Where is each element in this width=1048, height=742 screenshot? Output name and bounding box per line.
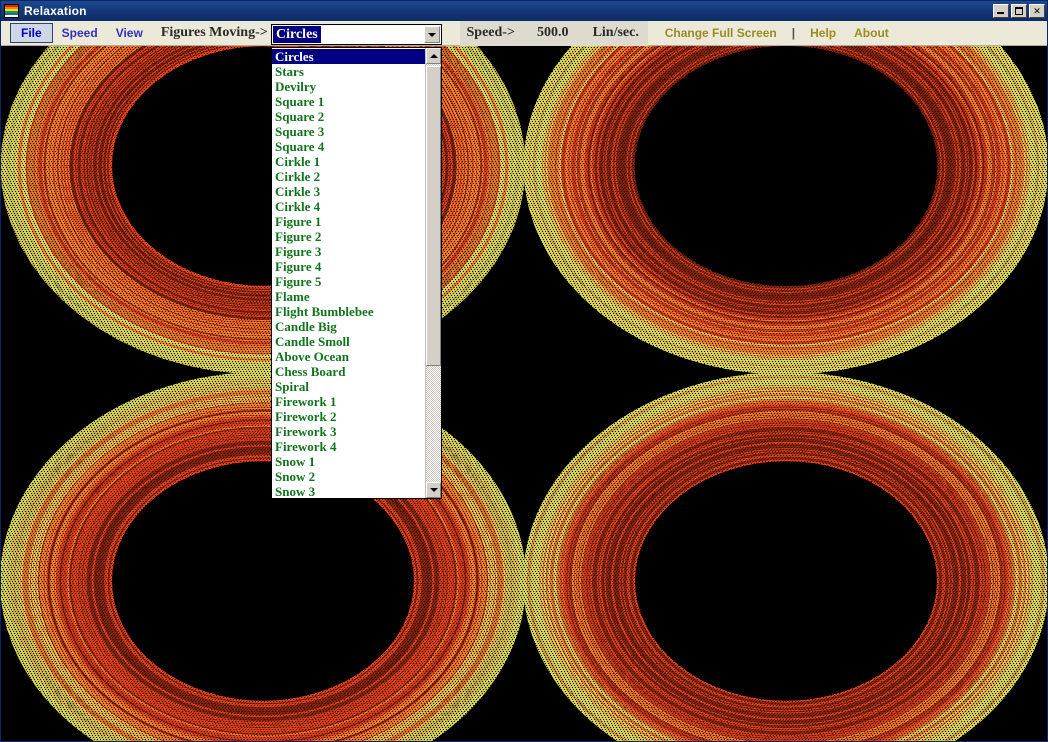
figures-moving-label: Figures Moving-> (152, 23, 277, 44)
figure-select-combobox[interactable]: Circles (271, 24, 442, 45)
figure-option-snow-1[interactable]: Snow 1 (272, 454, 425, 469)
figure-option-above-ocean[interactable]: Above Ocean (272, 349, 425, 364)
figure-option-figure-5[interactable]: Figure 5 (272, 274, 425, 289)
figure-option-figure-3[interactable]: Figure 3 (272, 244, 425, 259)
figure-option-devilry[interactable]: Devilry (272, 79, 425, 94)
figure-option-square-3[interactable]: Square 3 (272, 124, 425, 139)
change-full-screen-button[interactable]: Change Full Screen (648, 23, 786, 44)
figure-option-figure-2[interactable]: Figure 2 (272, 229, 425, 244)
figure-option-firework-4[interactable]: Firework 4 (272, 439, 425, 454)
toolbar: File Speed View Figures Moving-> Speed->… (1, 21, 1048, 46)
scroll-up-icon[interactable] (426, 48, 441, 64)
figure-option-firework-3[interactable]: Firework 3 (272, 424, 425, 439)
minimize-button[interactable] (993, 4, 1009, 18)
figure-option-flame[interactable]: Flame (272, 289, 425, 304)
figure-option-figure-4[interactable]: Figure 4 (272, 259, 425, 274)
figure-option-firework-2[interactable]: Firework 2 (272, 409, 425, 424)
close-button[interactable]: ✕ (1029, 4, 1045, 18)
figure-option-stars[interactable]: Stars (272, 64, 425, 79)
scroll-down-icon[interactable] (426, 482, 441, 498)
figure-option-cirkle-3[interactable]: Cirkle 3 (272, 184, 425, 199)
figure-option-figure-1[interactable]: Figure 1 (272, 214, 425, 229)
speed-unit-label[interactable]: Lin/sec. (584, 21, 648, 46)
title-bar: Relaxation ✕ (1, 1, 1048, 21)
rainbow-icon (4, 4, 19, 18)
about-button[interactable]: About (845, 23, 898, 44)
figure-option-candle-big[interactable]: Candle Big (272, 319, 425, 334)
figure-select-value: Circles (273, 26, 321, 43)
figure-option-spiral[interactable]: Spiral (272, 379, 425, 394)
figure-option-square-4[interactable]: Square 4 (272, 139, 425, 154)
figure-option-list[interactable]: CirclesStarsDevilrySquare 1Square 2Squar… (272, 48, 425, 498)
figure-option-cirkle-4[interactable]: Cirkle 4 (272, 199, 425, 214)
speed-value[interactable]: 500.0 (522, 21, 584, 46)
relaxation-animation-canvas[interactable] (1, 46, 1048, 742)
speed-menu-button[interactable]: Speed (53, 23, 107, 44)
figure-pattern-graphic (1, 46, 1048, 742)
chevron-down-icon[interactable] (424, 26, 440, 43)
window-controls: ✕ (993, 4, 1048, 18)
file-menu-button[interactable]: File (10, 23, 53, 43)
window-title: Relaxation (24, 4, 87, 18)
maximize-button[interactable] (1011, 4, 1027, 18)
figure-option-firework-1[interactable]: Firework 1 (272, 394, 425, 409)
figure-option-snow-3[interactable]: Snow 3 (272, 484, 425, 498)
speed-arrow-label: Speed-> (460, 21, 522, 46)
figure-option-snow-2[interactable]: Snow 2 (272, 469, 425, 484)
dropdown-scrollbar[interactable] (425, 48, 441, 498)
figure-option-flight-bumblebee[interactable]: Flight Bumblebee (272, 304, 425, 319)
figure-option-square-1[interactable]: Square 1 (272, 94, 425, 109)
toolbar-separator: | (786, 26, 801, 40)
help-button[interactable]: Help (801, 23, 845, 44)
figure-option-candle-smoll[interactable]: Candle Smoll (272, 334, 425, 349)
view-menu-button[interactable]: View (107, 23, 152, 44)
figure-option-cirkle-2[interactable]: Cirkle 2 (272, 169, 425, 184)
figure-option-square-2[interactable]: Square 2 (272, 109, 425, 124)
figure-option-cirkle-1[interactable]: Cirkle 1 (272, 154, 425, 169)
figure-option-circles[interactable]: Circles (272, 49, 425, 64)
relaxation-window: Relaxation ✕ File Speed View Figures Mov… (0, 0, 1048, 742)
figure-select-dropdown[interactable]: CirclesStarsDevilrySquare 1Square 2Squar… (271, 47, 442, 499)
scrollbar-thumb[interactable] (426, 66, 441, 366)
figure-option-chess-board[interactable]: Chess Board (272, 364, 425, 379)
